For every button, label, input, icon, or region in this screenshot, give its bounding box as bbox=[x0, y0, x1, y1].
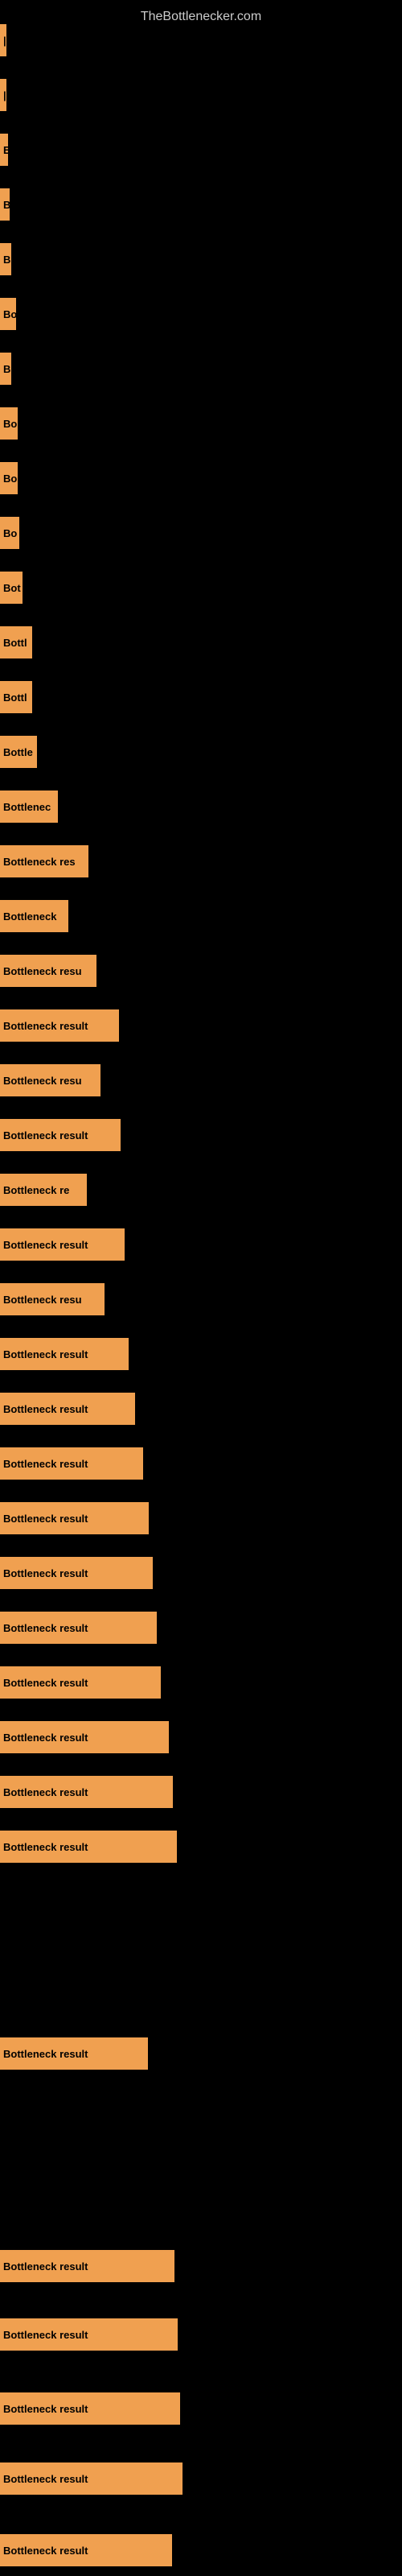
bar-label-20: Bottleneck resu bbox=[0, 1064, 100, 1096]
bar-row-33: Bottleneck result bbox=[0, 1776, 173, 1808]
bar-row-2: | bbox=[0, 79, 6, 111]
bar-label-4: B bbox=[0, 188, 10, 221]
bar-label-21: Bottleneck result bbox=[0, 1119, 121, 1151]
bar-row-20: Bottleneck resu bbox=[0, 1064, 100, 1096]
bar-row-35: Bottleneck result bbox=[0, 2037, 148, 2070]
bar-row-5: B bbox=[0, 243, 11, 275]
bar-label-3: E bbox=[0, 134, 8, 166]
bar-label-14: Bottle bbox=[0, 736, 37, 768]
bar-label-39: Bottleneck result bbox=[0, 2462, 183, 2495]
bar-label-9: Bo bbox=[0, 462, 18, 494]
bar-label-26: Bottleneck result bbox=[0, 1393, 135, 1425]
site-title: TheBottlenecker.com bbox=[0, 3, 402, 31]
bar-label-33: Bottleneck result bbox=[0, 1776, 173, 1808]
bar-row-26: Bottleneck result bbox=[0, 1393, 135, 1425]
bar-label-18: Bottleneck resu bbox=[0, 955, 96, 987]
bar-row-25: Bottleneck result bbox=[0, 1338, 129, 1370]
bar-row-21: Bottleneck result bbox=[0, 1119, 121, 1151]
bar-label-40: Bottleneck result bbox=[0, 2534, 172, 2566]
bar-row-38: Bottleneck result bbox=[0, 2392, 180, 2425]
bar-row-4: B bbox=[0, 188, 10, 221]
bar-label-35: Bottleneck result bbox=[0, 2037, 148, 2070]
bar-row-18: Bottleneck resu bbox=[0, 955, 96, 987]
bar-label-36: Bottleneck result bbox=[0, 2250, 174, 2282]
bar-row-14: Bottle bbox=[0, 736, 37, 768]
bar-row-40: Bottleneck result bbox=[0, 2534, 172, 2566]
bar-label-13: Bottl bbox=[0, 681, 32, 713]
bar-label-37: Bottleneck result bbox=[0, 2318, 178, 2351]
bar-row-39: Bottleneck result bbox=[0, 2462, 183, 2495]
bar-label-11: Bot bbox=[0, 572, 23, 604]
bar-row-34: Bottleneck result bbox=[0, 1831, 177, 1863]
bar-row-3: E bbox=[0, 134, 8, 166]
bar-label-34: Bottleneck result bbox=[0, 1831, 177, 1863]
bar-row-9: Bo bbox=[0, 462, 18, 494]
bar-label-28: Bottleneck result bbox=[0, 1502, 149, 1534]
bar-label-27: Bottleneck result bbox=[0, 1447, 143, 1480]
bar-row-36: Bottleneck result bbox=[0, 2250, 174, 2282]
bar-row-28: Bottleneck result bbox=[0, 1502, 149, 1534]
bar-label-16: Bottleneck res bbox=[0, 845, 88, 877]
bar-label-31: Bottleneck result bbox=[0, 1666, 161, 1699]
bar-row-31: Bottleneck result bbox=[0, 1666, 161, 1699]
bar-label-8: Bo bbox=[0, 407, 18, 440]
bar-label-2: | bbox=[0, 79, 6, 111]
bar-row-1: | bbox=[0, 24, 6, 56]
bar-row-32: Bottleneck result bbox=[0, 1721, 169, 1753]
bar-label-30: Bottleneck result bbox=[0, 1612, 157, 1644]
bar-row-22: Bottleneck re bbox=[0, 1174, 87, 1206]
bar-row-24: Bottleneck resu bbox=[0, 1283, 105, 1315]
bar-row-11: Bot bbox=[0, 572, 23, 604]
bar-label-29: Bottleneck result bbox=[0, 1557, 153, 1589]
bar-label-17: Bottleneck bbox=[0, 900, 68, 932]
bar-row-6: Bo bbox=[0, 298, 16, 330]
bar-label-38: Bottleneck result bbox=[0, 2392, 180, 2425]
bar-row-16: Bottleneck res bbox=[0, 845, 88, 877]
bar-label-15: Bottlenec bbox=[0, 791, 58, 823]
bar-row-37: Bottleneck result bbox=[0, 2318, 178, 2351]
bar-row-17: Bottleneck bbox=[0, 900, 68, 932]
bar-row-30: Bottleneck result bbox=[0, 1612, 157, 1644]
bar-row-27: Bottleneck result bbox=[0, 1447, 143, 1480]
bar-row-8: Bo bbox=[0, 407, 18, 440]
bar-row-10: Bo bbox=[0, 517, 19, 549]
bar-row-13: Bottl bbox=[0, 681, 32, 713]
bar-row-15: Bottlenec bbox=[0, 791, 58, 823]
bar-label-23: Bottleneck result bbox=[0, 1228, 125, 1261]
bar-label-5: B bbox=[0, 243, 11, 275]
bar-label-22: Bottleneck re bbox=[0, 1174, 87, 1206]
bar-label-25: Bottleneck result bbox=[0, 1338, 129, 1370]
bar-label-10: Bo bbox=[0, 517, 19, 549]
bar-label-32: Bottleneck result bbox=[0, 1721, 169, 1753]
bar-label-24: Bottleneck resu bbox=[0, 1283, 105, 1315]
bar-row-23: Bottleneck result bbox=[0, 1228, 125, 1261]
bar-label-7: B bbox=[0, 353, 11, 385]
bar-row-29: Bottleneck result bbox=[0, 1557, 153, 1589]
bar-label-12: Bottl bbox=[0, 626, 32, 658]
bar-row-19: Bottleneck result bbox=[0, 1009, 119, 1042]
bar-row-7: B bbox=[0, 353, 11, 385]
bar-label-19: Bottleneck result bbox=[0, 1009, 119, 1042]
bar-row-12: Bottl bbox=[0, 626, 32, 658]
bar-label-1: | bbox=[0, 24, 6, 56]
bar-label-6: Bo bbox=[0, 298, 16, 330]
